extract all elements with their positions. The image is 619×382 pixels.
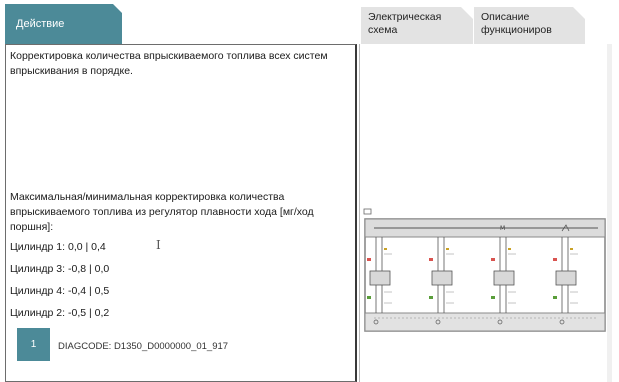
cylinder-4-value: Цилиндр 4: -0,4 | 0,5 xyxy=(10,285,110,297)
vertical-scrollbar[interactable] xyxy=(607,44,612,382)
action-content-panel: Корректировка количества впрыскиваемого … xyxy=(5,44,357,382)
diagcode-label: DIAGCODE: D1350_D0000000_01_917 xyxy=(58,341,229,352)
cylinder-2-value: Цилиндр 2: -0,5 | 0,2 xyxy=(10,307,110,319)
correction-description: Максимальная/минимальная корректировка к… xyxy=(10,191,314,233)
tab-wiring-diagram[interactable]: Электрическая схема xyxy=(361,7,473,44)
wiring-diagram-image[interactable]: M xyxy=(362,208,607,334)
tab-function-description[interactable]: Описание функциониров xyxy=(474,7,585,44)
svg-text:M: M xyxy=(500,225,505,232)
text-cursor-icon: Ι xyxy=(156,238,161,252)
page-number-button[interactable]: 1 xyxy=(17,328,50,361)
wiring-diagram-panel: M xyxy=(359,44,612,382)
status-message: Корректировка количества впрыскиваемого … xyxy=(10,50,328,77)
cylinder-3-value: Цилиндр 3: -0,8 | 0,0 xyxy=(10,263,110,275)
tab-action[interactable]: Действие xyxy=(5,4,122,44)
cylinder-1-value: Цилиндр 1: 0,0 | 0,4 xyxy=(10,241,106,253)
